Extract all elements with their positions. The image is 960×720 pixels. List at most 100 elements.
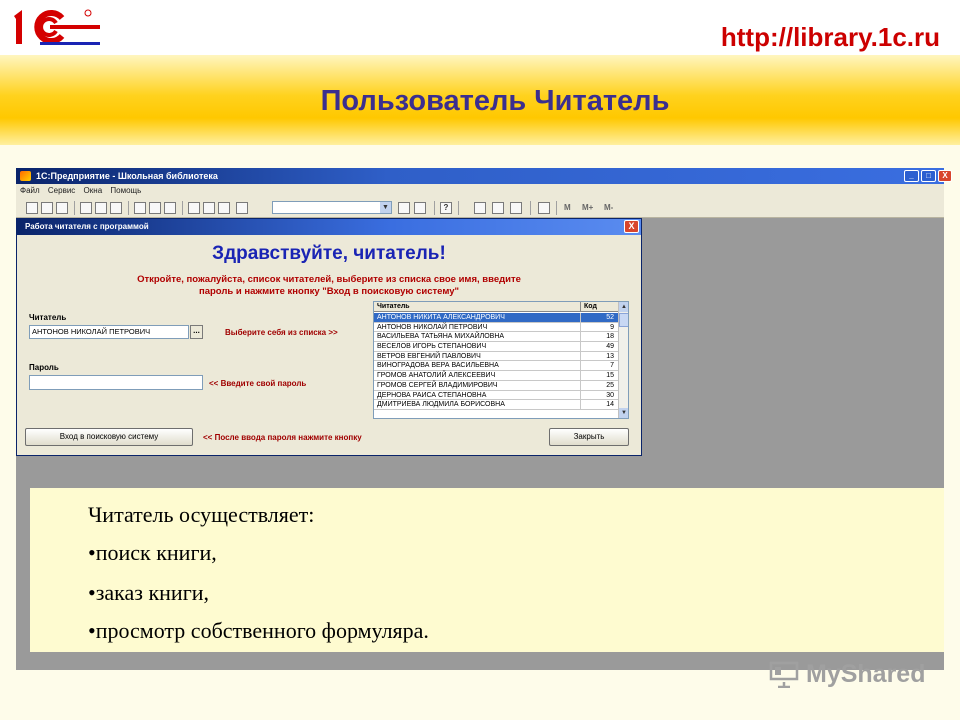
- preview-icon[interactable]: [149, 202, 161, 214]
- reader-field[interactable]: АНТОНОВ НИКОЛАЙ ПЕТРОВИЧ: [29, 325, 189, 339]
- close-window-button[interactable]: X: [938, 170, 952, 182]
- watermark-text: MyShared: [806, 660, 926, 688]
- paste-icon[interactable]: [110, 202, 122, 214]
- description-lead: Читатель осуществляет:: [88, 502, 315, 527]
- row-name: АНТОНОВ НИКИТА АЛЕКСАНДРОВИЧ: [377, 314, 505, 321]
- app-icon: [20, 171, 31, 181]
- scroll-up-icon[interactable]: ▲: [619, 302, 628, 312]
- list-rows: АНТОНОВ НИКИТА АЛЕКСАНДРОВИЧ 52 АНТОНОВ Н…: [374, 313, 618, 410]
- toolbar-separator: [74, 201, 75, 215]
- password-label: Пароль: [29, 363, 59, 372]
- row-name: АНТОНОВ НИКОЛАЙ ПЕТРОВИЧ: [377, 323, 488, 331]
- dialog-heading: Здравствуйте, читатель!: [212, 243, 446, 264]
- table-icon[interactable]: [474, 202, 486, 214]
- row-code: 49: [580, 342, 618, 352]
- list-scrollbar[interactable]: ▲ ▼: [618, 302, 628, 418]
- open-icon[interactable]: [41, 202, 53, 214]
- row-code: 25: [580, 380, 618, 390]
- save-icon[interactable]: [56, 202, 68, 214]
- instruction-line-1: Откройте, пожалуйста, список читателей, …: [137, 274, 521, 285]
- row-name: ВИНОГРАДОВА ВЕРА ВАСИЛЬЕВНА: [377, 362, 499, 370]
- password-hint: << Введите свой пароль: [209, 379, 307, 388]
- toolbar-separator: [556, 201, 557, 215]
- list-row[interactable]: ГРОМОВ АНАТОЛИЙ АЛЕКСЕЕВИЧ 15: [374, 371, 618, 381]
- list-row[interactable]: ВАСИЛЬЕВА ТАТЬЯНА МИХАЙЛОВНА 18: [374, 332, 618, 343]
- row-code: 7: [580, 361, 618, 371]
- row-name: ГРОМОВ СЕРГЕЙ ВЛАДИМИРОВИЧ: [377, 381, 498, 389]
- reader-dialog: Работа читателя с программой X Здравству…: [16, 218, 642, 456]
- scroll-down-icon[interactable]: ▼: [619, 408, 628, 418]
- memory-button[interactable]: M: [564, 203, 571, 212]
- column-code[interactable]: Код: [580, 302, 618, 312]
- login-button[interactable]: Вход в поисковую систему: [25, 428, 193, 446]
- replace-icon[interactable]: [414, 202, 426, 214]
- menu-help[interactable]: Помощь: [110, 184, 141, 198]
- list-row[interactable]: ГРОМОВ СЕРГЕЙ ВЛАДИМИРОВИЧ 25: [374, 380, 618, 391]
- dialog-instructions: Откройте, пожалуйста, список читателей, …: [57, 274, 601, 298]
- select-reader-button[interactable]: ...: [190, 325, 203, 339]
- login-hint: << После ввода пароля нажмите кнопку: [203, 433, 362, 442]
- menu-bar: Файл Сервис Окна Помощь: [16, 184, 944, 198]
- chevron-down-icon[interactable]: ▼: [380, 202, 391, 213]
- row-code: 9: [580, 322, 618, 332]
- form-icon[interactable]: [510, 202, 522, 214]
- book-icon[interactable]: [538, 202, 550, 214]
- list-row[interactable]: АНТОНОВ НИКОЛАЙ ПЕТРОВИЧ 9: [374, 322, 618, 333]
- toolbar: ▼ ? M M+ M-: [16, 198, 944, 218]
- password-field[interactable]: [29, 375, 203, 390]
- site-url: http://library.1c.ru: [720, 22, 940, 52]
- description-box: Читатель осуществляет: •поиск книги, •за…: [30, 488, 944, 652]
- menu-windows[interactable]: Окна: [84, 184, 103, 198]
- maximize-button[interactable]: □: [921, 170, 936, 182]
- search-combo[interactable]: ▼: [272, 201, 392, 214]
- minimize-button[interactable]: _: [904, 170, 919, 182]
- scroll-thumb[interactable]: [619, 313, 628, 327]
- help-icon[interactable]: ?: [440, 202, 452, 214]
- row-code: 52: [580, 313, 618, 322]
- row-name: ГРОМОВ АНАТОЛИЙ АЛЕКСЕЕВИЧ: [377, 372, 496, 380]
- find-icon[interactable]: [236, 202, 248, 214]
- description-item: •просмотр собственного формуляра.: [88, 618, 429, 643]
- column-reader[interactable]: Читатель: [377, 302, 410, 312]
- slide-header: http://library.1c.ru: [0, 0, 960, 55]
- description-item: •поиск книги,: [88, 540, 217, 565]
- reader-list: Читатель Код АНТОНОВ НИКИТА АЛЕКСАНДРОВИ…: [373, 301, 629, 419]
- calendar-icon[interactable]: [188, 202, 200, 214]
- app-titlebar: 1С:Предприятие - Школьная библиотека _ □…: [16, 168, 952, 184]
- redo-icon[interactable]: [218, 202, 230, 214]
- app-title: 1С:Предприятие - Школьная библиотека: [36, 171, 218, 181]
- cut-icon[interactable]: [80, 202, 92, 214]
- toolbar-separator: [434, 201, 435, 215]
- row-code: 13: [580, 351, 618, 361]
- row-code: 14: [580, 400, 618, 410]
- instruction-line-2: пароль и нажмите кнопку "Вход в поискову…: [198, 286, 460, 297]
- memory-plus-button[interactable]: M+: [582, 203, 593, 212]
- row-code: 30: [580, 390, 618, 400]
- copy-icon[interactable]: [95, 202, 107, 214]
- list-row[interactable]: ВЕТРОВ ЕВГЕНИЙ ПАВЛОВИЧ 13: [374, 351, 618, 362]
- menu-service[interactable]: Сервис: [48, 184, 75, 198]
- reader-label: Читатель: [29, 313, 67, 322]
- list-row[interactable]: ВИНОГРАДОВА ВЕРА ВАСИЛЬЕВНА 7: [374, 361, 618, 372]
- list-header: Читатель Код: [374, 302, 618, 312]
- edit-icon[interactable]: [164, 202, 176, 214]
- row-name: ВАСИЛЬЕВА ТАТЬЯНА МИХАЙЛОВНА: [377, 333, 505, 341]
- find-next-icon[interactable]: [398, 202, 410, 214]
- watermark: MyShared: [768, 658, 928, 692]
- list-row[interactable]: ДМИТРИЕВА ЛЮДМИЛА БОРИСОВНА 14: [374, 400, 618, 410]
- slide-title: Пользователь Читатель: [320, 85, 670, 117]
- undo-icon[interactable]: [203, 202, 215, 214]
- dialog-title: Работа читателя с программой: [25, 222, 149, 231]
- list-row[interactable]: ДЕРНОВА РАИСА СТЕПАНОВНА 30: [374, 390, 618, 401]
- list-row[interactable]: АНТОНОВ НИКИТА АЛЕКСАНДРОВИЧ 52: [374, 313, 618, 323]
- chart-icon[interactable]: [492, 202, 504, 214]
- list-row[interactable]: ВЕСЕЛОВ ИГОРЬ СТЕПАНОВИЧ 49: [374, 342, 618, 352]
- select-hint: Выберите себя из списка >>: [225, 328, 338, 337]
- menu-file[interactable]: Файл: [20, 184, 40, 198]
- memory-minus-button[interactable]: M-: [604, 203, 613, 212]
- row-name: ДЕРНОВА РАИСА СТЕПАНОВНА: [377, 391, 487, 399]
- dialog-close-button[interactable]: X: [624, 220, 639, 233]
- close-button[interactable]: Закрыть: [549, 428, 629, 446]
- new-icon[interactable]: [26, 202, 38, 214]
- print-icon[interactable]: [134, 202, 146, 214]
